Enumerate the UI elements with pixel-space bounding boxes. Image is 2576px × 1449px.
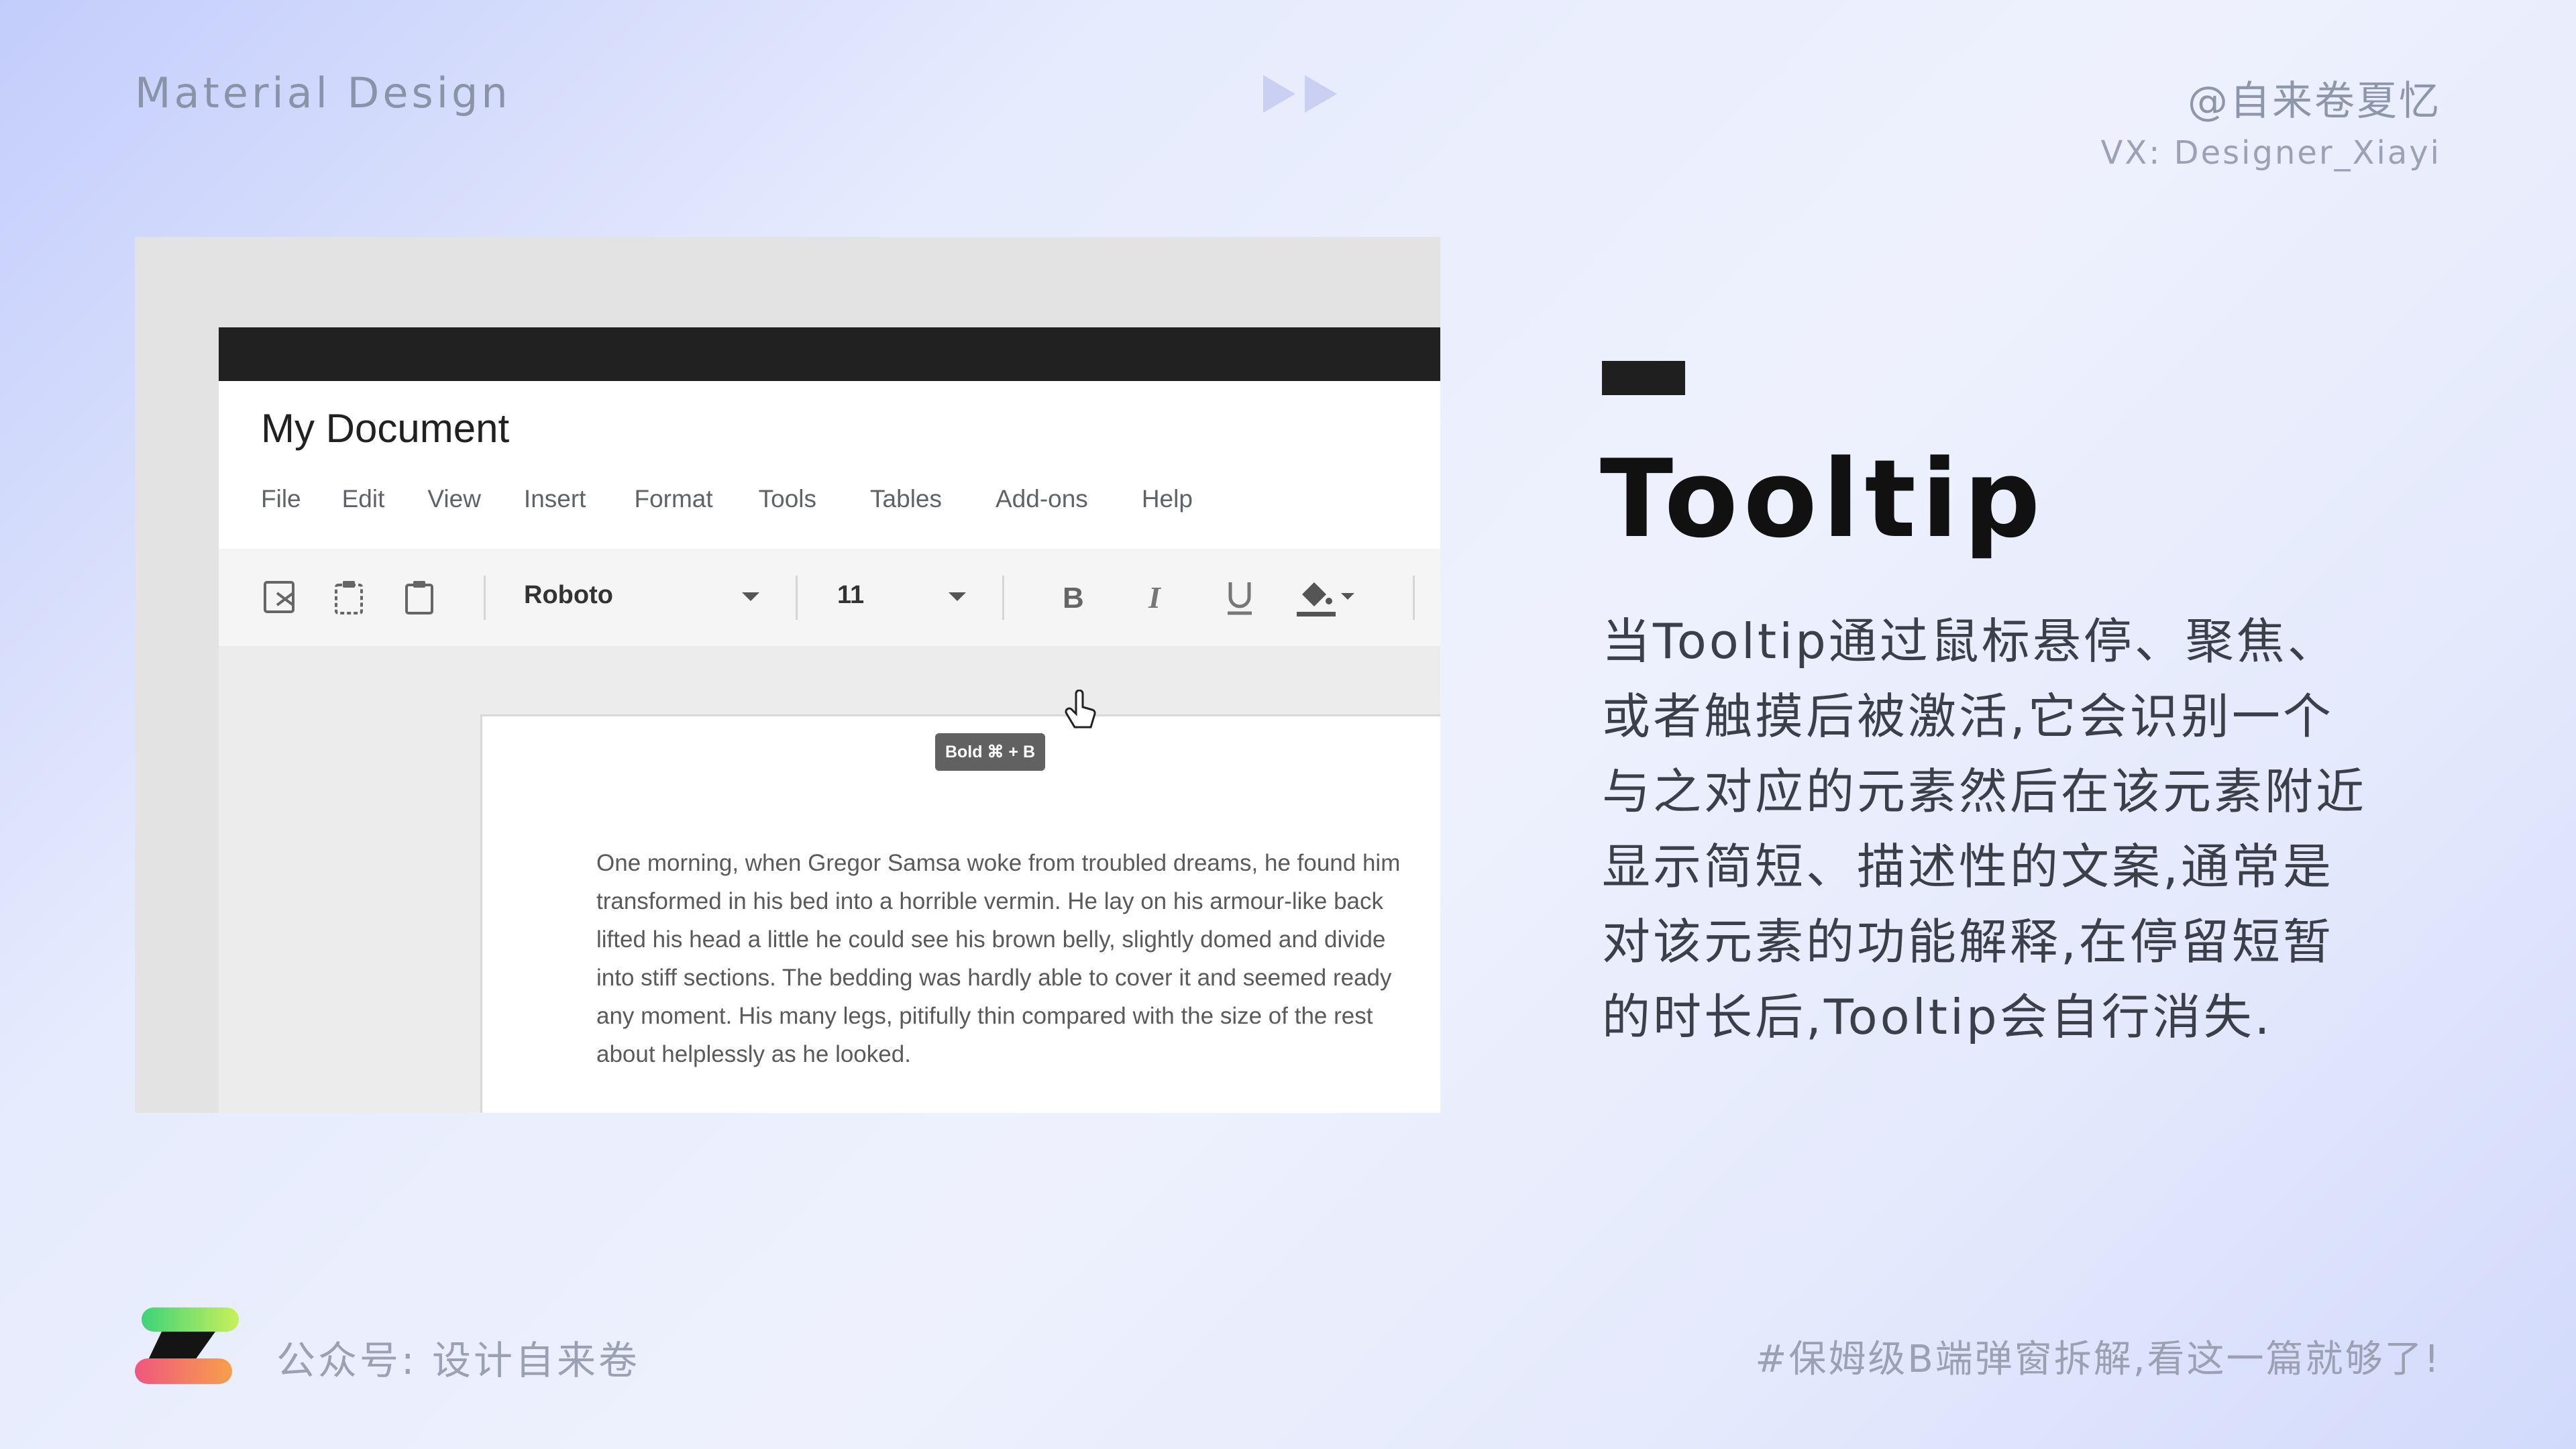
copy-icon[interactable] [329,577,370,617]
svg-text:B: B [1063,582,1084,614]
svg-text:I: I [1148,580,1162,614]
paste-icon[interactable] [400,577,440,617]
body-line: lifted his head a little he could see hi… [596,926,1386,953]
example-screenshot: My Document File Edit View Insert Format… [135,237,1440,1113]
italic-icon[interactable]: I [1138,577,1178,617]
menu-insert[interactable]: Insert [524,485,586,513]
play-forward-icon [1263,75,1337,113]
document-page[interactable]: One morning, when Gregor Samsa woke from… [480,714,1440,1113]
menu-tools[interactable]: Tools [759,485,816,513]
page-title: Tooltip [1600,436,2046,561]
chevron-down-icon[interactable] [742,592,759,601]
chevron-down-icon[interactable] [949,592,966,601]
cut-icon[interactable] [261,577,301,617]
app-bar [219,327,1440,381]
bold-icon[interactable]: B [1055,577,1095,617]
body-line: into stiff sections. The bedding was har… [596,965,1392,991]
official-account: 公众号: 设计自来卷 [276,1338,640,1383]
menu-bar: File Edit View Insert Format Tools Table… [261,485,1193,513]
toolbar-divider [1002,576,1004,620]
document-window: My Document File Edit View Insert Format… [219,381,1440,1113]
toolbar-divider [1413,576,1415,620]
menu-view[interactable]: View [427,485,481,513]
toolbar-divider [484,576,486,620]
accent-bar [1602,361,1685,395]
underline-icon[interactable] [1220,577,1260,617]
menu-edit[interactable]: Edit [342,485,385,513]
document-canvas: One morning, when Gregor Samsa woke from… [219,646,1440,1113]
brand-label: Material Design [135,68,511,117]
author-handle: @自来卷夏忆 [2188,78,2441,125]
brand-logo [135,1307,239,1384]
body-line: about helplessly as he looked. [596,1041,911,1067]
menu-format[interactable]: Format [634,485,712,513]
formatting-toolbar: Roboto 11 B I [219,549,1440,646]
font-size-select[interactable]: 11 [837,581,864,610]
body-line: transformed in his bed into a horrible v… [596,888,1384,914]
menu-help[interactable]: Help [1142,485,1193,513]
font-family-select[interactable]: Roboto [524,581,613,610]
description-text: 当Tooltip通过鼠标悬停、聚焦、或者触摸后被激活,它会识别一个与之对应的元素… [1602,613,2367,1045]
menu-addons[interactable]: Add-ons [996,485,1088,513]
tooltip: Bold ⌘ + B [935,733,1045,771]
cursor-icon [1065,690,1096,729]
document-body[interactable]: One morning, when Gregor Samsa woke from… [596,844,1440,1073]
toolbar-divider [796,576,798,620]
document-title: My Document [261,406,510,451]
body-line: One morning, when Gregor Samsa woke from… [596,850,1401,876]
menu-file[interactable]: File [261,485,301,513]
tagline: #保姆级B端弹窗拆解,看这一篇就够了! [1755,1338,2441,1381]
menu-tables[interactable]: Tables [870,485,942,513]
fill-color-icon[interactable] [1295,577,1362,617]
body-line: any moment. His many legs, pitifully thi… [596,1003,1373,1029]
wechat-id: VX: Designer_Xiayi [2100,134,2441,172]
